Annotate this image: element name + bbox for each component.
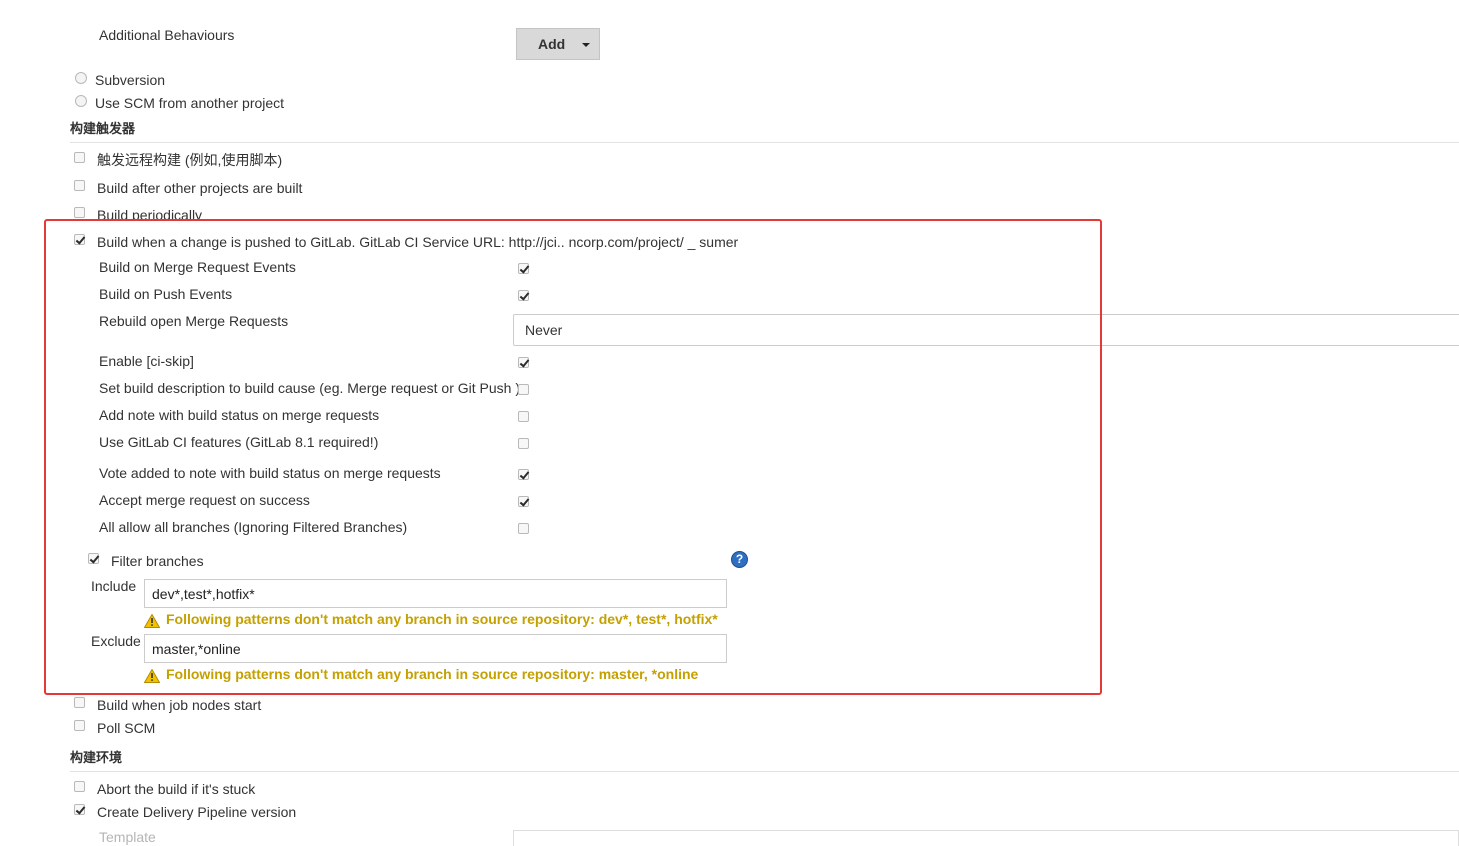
merge-request-events-checkbox[interactable]: [518, 263, 529, 274]
add-behaviour-button[interactable]: Add: [516, 28, 600, 60]
push-events-label: Build on Push Events: [99, 286, 233, 302]
subversion-label: Subversion: [95, 72, 166, 88]
build-job-nodes-start-checkbox[interactable]: [74, 697, 85, 708]
merge-request-events-label: Build on Merge Request Events: [99, 259, 296, 275]
add-button-label: Add: [538, 36, 566, 52]
vote-added-checkbox[interactable]: [518, 469, 529, 480]
abort-stuck-label: Abort the build if it's stuck: [97, 781, 256, 797]
build-triggers-section-title: 构建触发器: [70, 121, 136, 136]
include-label: Include: [91, 578, 137, 594]
section-divider: [70, 771, 1459, 772]
add-note-checkbox[interactable]: [518, 411, 529, 422]
build-after-other-checkbox[interactable]: [74, 180, 85, 191]
enable-ci-skip-checkbox[interactable]: [518, 357, 529, 368]
poll-scm-label: Poll SCM: [97, 720, 156, 736]
subversion-radio[interactable]: [75, 72, 87, 84]
set-build-description-label: Set build description to build cause (eg…: [99, 380, 520, 396]
enable-ci-skip-label: Enable [ci-skip]: [99, 353, 194, 369]
trigger-remote-label: 触发远程构建 (例如,使用脚本): [97, 152, 283, 168]
accept-mr-label: Accept merge request on success: [99, 492, 310, 508]
gitlab-ci-features-label: Use GitLab CI features (GitLab 8.1 requi…: [99, 434, 379, 450]
scm-other-project-label: Use SCM from another project: [95, 95, 285, 111]
accept-mr-checkbox[interactable]: [518, 496, 529, 507]
delivery-pipeline-checkbox[interactable]: [74, 804, 85, 815]
add-note-label: Add note with build status on merge requ…: [99, 407, 380, 423]
poll-scm-checkbox[interactable]: [74, 720, 85, 731]
gitlab-push-label: Build when a change is pushed to GitLab.…: [97, 234, 739, 250]
warning-icon: [144, 669, 160, 683]
scm-other-project-radio[interactable]: [75, 95, 87, 107]
gitlab-push-checkbox[interactable]: [74, 234, 85, 245]
include-input[interactable]: [144, 579, 727, 608]
abort-stuck-checkbox[interactable]: [74, 781, 85, 792]
build-after-other-label: Build after other projects are built: [97, 180, 303, 196]
filter-branches-checkbox[interactable]: [88, 553, 99, 564]
warning-icon: [144, 614, 160, 628]
delivery-pipeline-label: Create Delivery Pipeline version: [97, 804, 297, 820]
filter-branches-label: Filter branches: [111, 553, 204, 569]
rebuild-open-mr-select[interactable]: Never: [513, 314, 1459, 346]
template-label: Template: [99, 829, 156, 845]
exclude-input[interactable]: [144, 634, 727, 663]
build-periodically-checkbox[interactable]: [74, 207, 85, 218]
exclude-label: Exclude: [91, 633, 141, 649]
allow-all-branches-checkbox[interactable]: [518, 523, 529, 534]
rebuild-open-mr-value: Never: [525, 322, 563, 338]
trigger-remote-checkbox[interactable]: [74, 152, 85, 163]
section-divider: [70, 142, 1459, 143]
rebuild-open-mr-label: Rebuild open Merge Requests: [99, 313, 289, 329]
build-job-nodes-start-label: Build when job nodes start: [97, 697, 262, 713]
additional-behaviours-label: Additional Behaviours: [99, 27, 235, 43]
question-mark-icon[interactable]: ?: [731, 551, 748, 568]
caret-down-icon: [582, 43, 590, 47]
template-input[interactable]: [513, 830, 1459, 846]
vote-added-label: Vote added to note with build status on …: [99, 465, 441, 481]
push-events-checkbox[interactable]: [518, 290, 529, 301]
allow-all-branches-label: All allow all branches (Ignoring Filtere…: [99, 519, 408, 535]
exclude-warning: Following patterns don't match any branc…: [166, 666, 699, 682]
build-periodically-label: Build periodically: [97, 207, 203, 219]
gitlab-ci-features-checkbox[interactable]: [518, 438, 529, 449]
set-build-description-checkbox[interactable]: [518, 384, 529, 395]
include-warning: Following patterns don't match any branc…: [166, 611, 718, 627]
build-env-section-title: 构建环境: [70, 750, 123, 765]
